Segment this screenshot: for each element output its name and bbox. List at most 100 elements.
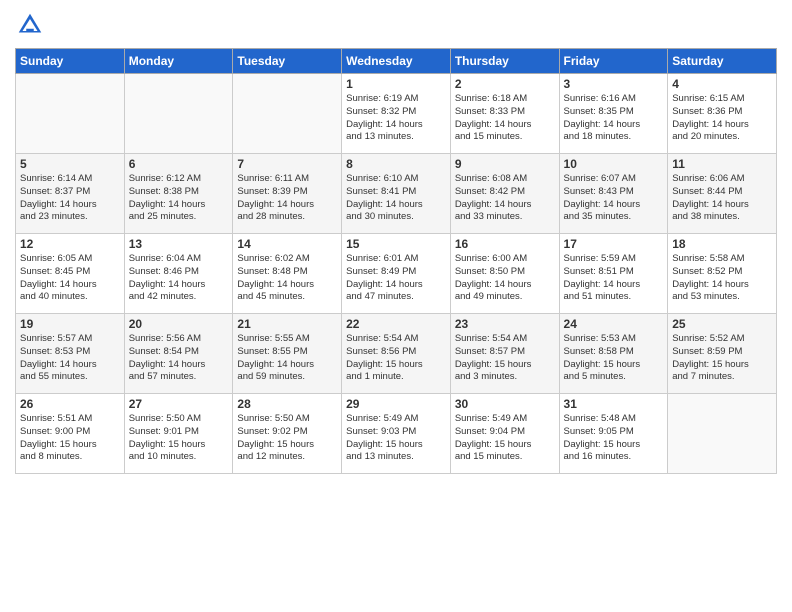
day-info: Sunrise: 6:05 AM Sunset: 8:45 PM Dayligh… — [20, 253, 120, 304]
day-number: 11 — [672, 157, 772, 171]
day-info: Sunrise: 5:59 AM Sunset: 8:51 PM Dayligh… — [564, 253, 664, 304]
day-info: Sunrise: 5:50 AM Sunset: 9:02 PM Dayligh… — [237, 413, 337, 464]
calendar-cell: 22 Sunrise: 5:54 AM Sunset: 8:56 PM Dayli… — [342, 314, 451, 394]
day-info: Sunrise: 5:54 AM Sunset: 8:56 PM Dayligh… — [346, 333, 446, 384]
day-info: Sunrise: 6:16 AM Sunset: 8:35 PM Dayligh… — [564, 93, 664, 144]
calendar-cell: 1Sunrise: 6:19 AM Sunset: 8:32 PM Daylig… — [342, 74, 451, 154]
calendar-cell: 4 Sunrise: 6:15 AM Sunset: 8:36 PM Daylig… — [668, 74, 777, 154]
calendar-cell: 14Sunrise: 6:02 AM Sunset: 8:48 PM Dayli… — [233, 234, 342, 314]
calendar-cell: 2 Sunrise: 6:18 AM Sunset: 8:33 PM Daylig… — [450, 74, 559, 154]
calendar-cell: 31 Sunrise: 5:48 AM Sunset: 9:05 PM Dayli… — [559, 394, 668, 474]
day-info: Sunrise: 5:52 AM Sunset: 8:59 PM Dayligh… — [672, 333, 772, 384]
day-number: 9 — [455, 157, 555, 171]
day-number: 4 — [672, 77, 772, 91]
day-info: Sunrise: 6:01 AM Sunset: 8:49 PM Dayligh… — [346, 253, 446, 304]
calendar-cell: 8Sunrise: 6:10 AM Sunset: 8:41 PM Daylig… — [342, 154, 451, 234]
column-header-saturday: Saturday — [668, 49, 777, 74]
day-info: Sunrise: 6:15 AM Sunset: 8:36 PM Dayligh… — [672, 93, 772, 144]
day-number: 5 — [20, 157, 120, 171]
day-number: 1 — [346, 77, 446, 91]
calendar-cell: 9 Sunrise: 6:08 AM Sunset: 8:42 PM Daylig… — [450, 154, 559, 234]
day-info: Sunrise: 6:08 AM Sunset: 8:42 PM Dayligh… — [455, 173, 555, 224]
calendar-cell: 18Sunrise: 5:58 AM Sunset: 8:52 PM Dayli… — [668, 234, 777, 314]
day-number: 12 — [20, 237, 120, 251]
day-number: 10 — [564, 157, 664, 171]
day-info: Sunrise: 5:49 AM Sunset: 9:03 PM Dayligh… — [346, 413, 446, 464]
column-header-thursday: Thursday — [450, 49, 559, 74]
day-info: Sunrise: 6:12 AM Sunset: 8:38 PM Dayligh… — [129, 173, 229, 224]
day-info: Sunrise: 5:49 AM Sunset: 9:04 PM Dayligh… — [455, 413, 555, 464]
logo — [15, 10, 49, 40]
day-info: Sunrise: 5:55 AM Sunset: 8:55 PM Dayligh… — [237, 333, 337, 384]
day-info: Sunrise: 6:00 AM Sunset: 8:50 PM Dayligh… — [455, 253, 555, 304]
day-number: 2 — [455, 77, 555, 91]
calendar-week-row: 5Sunrise: 6:14 AM Sunset: 8:37 PM Daylig… — [16, 154, 777, 234]
column-header-wednesday: Wednesday — [342, 49, 451, 74]
calendar-cell: 19 Sunrise: 5:57 AM Sunset: 8:53 PM Dayli… — [16, 314, 125, 394]
calendar-cell: 12 Sunrise: 6:05 AM Sunset: 8:45 PM Dayli… — [16, 234, 125, 314]
day-number: 14 — [237, 237, 337, 251]
day-info: Sunrise: 5:50 AM Sunset: 9:01 PM Dayligh… — [129, 413, 229, 464]
calendar-week-row: 12 Sunrise: 6:05 AM Sunset: 8:45 PM Dayli… — [16, 234, 777, 314]
calendar-cell: 13 Sunrise: 6:04 AM Sunset: 8:46 PM Dayli… — [124, 234, 233, 314]
day-number: 6 — [129, 157, 229, 171]
calendar: SundayMondayTuesdayWednesdayThursdayFrid… — [15, 48, 777, 474]
calendar-header-row: SundayMondayTuesdayWednesdayThursdayFrid… — [16, 49, 777, 74]
calendar-cell: 3 Sunrise: 6:16 AM Sunset: 8:35 PM Daylig… — [559, 74, 668, 154]
calendar-cell — [233, 74, 342, 154]
day-number: 16 — [455, 237, 555, 251]
calendar-cell: 10 Sunrise: 6:07 AM Sunset: 8:43 PM Dayli… — [559, 154, 668, 234]
calendar-cell: 11 Sunrise: 6:06 AM Sunset: 8:44 PM Dayli… — [668, 154, 777, 234]
day-info: Sunrise: 6:06 AM Sunset: 8:44 PM Dayligh… — [672, 173, 772, 224]
day-number: 28 — [237, 397, 337, 411]
calendar-cell — [668, 394, 777, 474]
calendar-cell — [124, 74, 233, 154]
calendar-cell: 20Sunrise: 5:56 AM Sunset: 8:54 PM Dayli… — [124, 314, 233, 394]
day-number: 25 — [672, 317, 772, 331]
calendar-cell: 17 Sunrise: 5:59 AM Sunset: 8:51 PM Dayli… — [559, 234, 668, 314]
day-info: Sunrise: 5:54 AM Sunset: 8:57 PM Dayligh… — [455, 333, 555, 384]
day-number: 19 — [20, 317, 120, 331]
day-info: Sunrise: 5:48 AM Sunset: 9:05 PM Dayligh… — [564, 413, 664, 464]
day-info: Sunrise: 6:11 AM Sunset: 8:39 PM Dayligh… — [237, 173, 337, 224]
day-number: 30 — [455, 397, 555, 411]
calendar-cell: 26Sunrise: 5:51 AM Sunset: 9:00 PM Dayli… — [16, 394, 125, 474]
header — [15, 10, 777, 40]
day-number: 8 — [346, 157, 446, 171]
day-number: 13 — [129, 237, 229, 251]
day-number: 26 — [20, 397, 120, 411]
logo-icon — [15, 10, 45, 40]
column-header-friday: Friday — [559, 49, 668, 74]
day-info: Sunrise: 6:04 AM Sunset: 8:46 PM Dayligh… — [129, 253, 229, 304]
column-header-monday: Monday — [124, 49, 233, 74]
calendar-cell: 24 Sunrise: 5:53 AM Sunset: 8:58 PM Dayli… — [559, 314, 668, 394]
day-info: Sunrise: 5:57 AM Sunset: 8:53 PM Dayligh… — [20, 333, 120, 384]
day-number: 24 — [564, 317, 664, 331]
calendar-cell: 5Sunrise: 6:14 AM Sunset: 8:37 PM Daylig… — [16, 154, 125, 234]
day-number: 21 — [237, 317, 337, 331]
day-info: Sunrise: 5:58 AM Sunset: 8:52 PM Dayligh… — [672, 253, 772, 304]
day-number: 31 — [564, 397, 664, 411]
day-number: 17 — [564, 237, 664, 251]
calendar-cell: 6 Sunrise: 6:12 AM Sunset: 8:38 PM Daylig… — [124, 154, 233, 234]
page: SundayMondayTuesdayWednesdayThursdayFrid… — [0, 0, 792, 612]
calendar-cell: 15 Sunrise: 6:01 AM Sunset: 8:49 PM Dayli… — [342, 234, 451, 314]
day-number: 27 — [129, 397, 229, 411]
calendar-cell: 21 Sunrise: 5:55 AM Sunset: 8:55 PM Dayli… — [233, 314, 342, 394]
calendar-cell: 23Sunrise: 5:54 AM Sunset: 8:57 PM Dayli… — [450, 314, 559, 394]
calendar-cell: 30 Sunrise: 5:49 AM Sunset: 9:04 PM Dayli… — [450, 394, 559, 474]
day-info: Sunrise: 6:18 AM Sunset: 8:33 PM Dayligh… — [455, 93, 555, 144]
column-header-sunday: Sunday — [16, 49, 125, 74]
calendar-week-row: 1Sunrise: 6:19 AM Sunset: 8:32 PM Daylig… — [16, 74, 777, 154]
calendar-cell — [16, 74, 125, 154]
calendar-week-row: 26Sunrise: 5:51 AM Sunset: 9:00 PM Dayli… — [16, 394, 777, 474]
calendar-week-row: 19 Sunrise: 5:57 AM Sunset: 8:53 PM Dayli… — [16, 314, 777, 394]
calendar-cell: 7Sunrise: 6:11 AM Sunset: 8:39 PM Daylig… — [233, 154, 342, 234]
day-number: 15 — [346, 237, 446, 251]
day-number: 20 — [129, 317, 229, 331]
day-info: Sunrise: 5:53 AM Sunset: 8:58 PM Dayligh… — [564, 333, 664, 384]
day-info: Sunrise: 6:07 AM Sunset: 8:43 PM Dayligh… — [564, 173, 664, 224]
day-number: 22 — [346, 317, 446, 331]
calendar-cell: 27 Sunrise: 5:50 AM Sunset: 9:01 PM Dayli… — [124, 394, 233, 474]
day-number: 3 — [564, 77, 664, 91]
